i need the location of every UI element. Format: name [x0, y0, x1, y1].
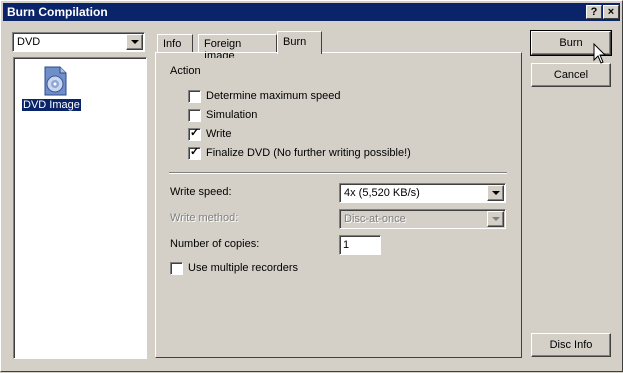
copies-value: 1 — [343, 239, 350, 251]
write-speed-dropdown-button[interactable] — [487, 185, 504, 201]
write-speed-combo[interactable]: 4x (5,520 KB/s) — [339, 183, 506, 203]
window-title: Burn Compilation — [7, 5, 108, 19]
tab-info[interactable]: Info — [157, 34, 193, 52]
burn-options-area — [161, 58, 513, 350]
chevron-down-icon — [130, 40, 139, 44]
chevron-down-icon — [491, 191, 500, 195]
close-button[interactable]: × — [603, 5, 619, 19]
write-speed-value: 4x (5,520 KB/s) — [344, 187, 420, 199]
help-button[interactable]: ? — [586, 5, 602, 19]
dvd-image-icon — [44, 66, 67, 96]
cancel-button[interactable]: Cancel — [531, 63, 611, 87]
recorder-combo-dropdown-button[interactable] — [126, 34, 143, 50]
list-item[interactable]: DVD Image — [21, 66, 88, 116]
copies-input[interactable]: 1 — [339, 235, 381, 255]
recorder-combo-value: DVD — [17, 36, 41, 48]
list-item-label: DVD Image — [21, 98, 82, 112]
compilation-list[interactable]: DVD Image — [13, 57, 147, 359]
burn-compilation-dialog: Burn Compilation ? × DVD DVD Image Info … — [0, 0, 623, 372]
mouse-cursor-icon — [593, 43, 607, 64]
title-bar[interactable]: Burn Compilation ? × — [3, 3, 620, 21]
recorder-combo[interactable]: DVD — [12, 32, 145, 52]
tab-foreign-image[interactable]: Foreign Image — [198, 34, 277, 62]
disc-info-button[interactable]: Disc Info — [531, 333, 611, 357]
tab-burn[interactable]: Burn — [277, 31, 322, 54]
